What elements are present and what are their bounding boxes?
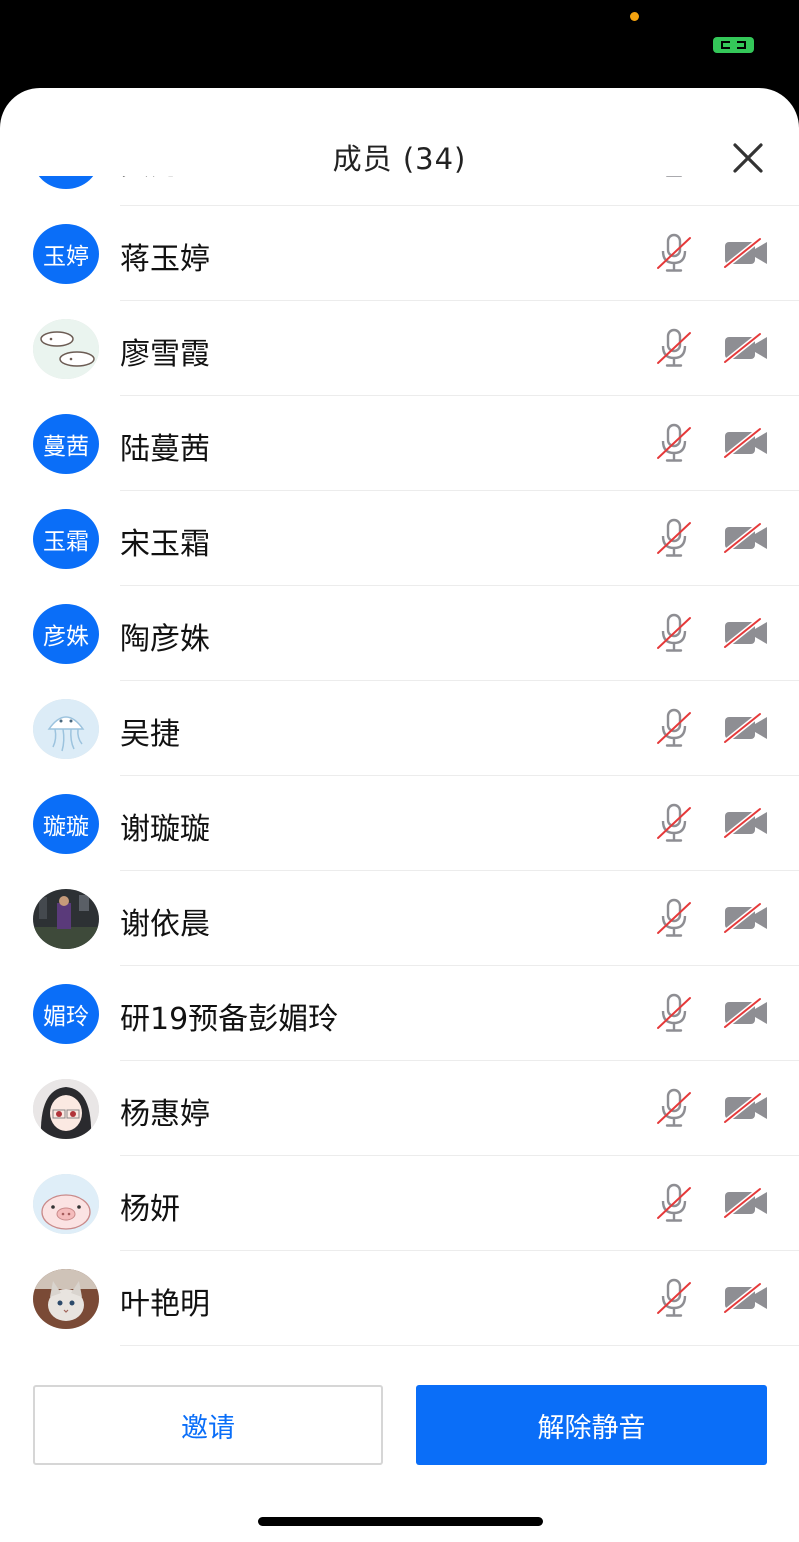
mic-muted-icon[interactable] [655,612,693,654]
member-name: 陶彦姝 [120,622,210,657]
member-name: 黄秀正 [120,176,210,183]
member-row[interactable]: 玉婷 蒋玉婷 [0,206,799,301]
member-row[interactable]: 蔓茜 陆蔓茜 [0,396,799,491]
member-name: 蒋玉婷 [120,242,210,277]
camera-off-icon[interactable] [722,1186,770,1220]
camera-off-icon[interactable] [722,521,770,555]
sheet-header: 成员 (34) [0,88,799,188]
avatar: 彦姝 [33,604,99,664]
camera-off-icon[interactable] [722,331,770,365]
avatar [33,1174,99,1234]
member-row[interactable]: 谢依晨 [0,871,799,966]
camera-off-icon[interactable] [722,426,770,460]
page-title: 成员 (34) [332,142,467,176]
member-row[interactable]: 彦姝 陶彦姝 [0,586,799,681]
camera-off-icon[interactable] [722,901,770,935]
mic-muted-icon[interactable] [655,802,693,844]
avatar [33,889,99,949]
mic-muted-icon[interactable] [655,897,693,939]
unmute-all-button[interactable]: 解除静音 [416,1385,767,1465]
member-name: 宋玉霜 [120,527,210,562]
avatar: 璇璇 [33,794,99,854]
avatar: 玉霜 [33,509,99,569]
avatar [33,699,99,759]
mic-muted-icon[interactable] [655,1277,693,1319]
member-name: 吴捷 [120,717,180,752]
camera-off-icon[interactable] [722,996,770,1030]
camera-off-icon[interactable] [722,236,770,270]
camera-off-icon[interactable] [722,616,770,650]
member-row[interactable]: 杨妍 [0,1156,799,1251]
avatar: 玉婷 [33,224,99,284]
status-bar [0,0,799,90]
camera-off-icon[interactable] [722,1281,770,1315]
member-row[interactable]: 媚玲 研19预备彭媚玲 [0,966,799,1061]
member-name: 谢璇璇 [120,812,210,847]
member-name: 杨惠婷 [120,1097,210,1132]
footer-actions: 邀请 解除静音 [0,1369,799,1542]
mic-muted-icon[interactable] [655,422,693,464]
mic-muted-icon[interactable] [655,992,693,1034]
member-row[interactable]: 廖雪霞 [0,301,799,396]
avatar [33,319,99,379]
members-sheet: 成员 (34) 秀正黄秀正玉婷蒋玉婷廖雪霞蔓茜陆蔓茜玉霜宋玉霜彦姝陶彦姝吴捷璇璇… [0,88,799,1542]
member-row[interactable]: 叶艳明 [0,1251,799,1346]
mic-muted-icon[interactable] [655,176,693,179]
member-row[interactable]: 杨惠婷 [0,1061,799,1156]
member-list[interactable]: 秀正黄秀正玉婷蒋玉婷廖雪霞蔓茜陆蔓茜玉霜宋玉霜彦姝陶彦姝吴捷璇璇谢璇璇谢依晨媚玲… [0,176,799,1369]
avatar [33,1079,99,1139]
member-row[interactable]: 吴捷 [0,681,799,776]
divider [120,1345,799,1346]
member-row[interactable]: 璇璇 谢璇璇 [0,776,799,871]
avatar: 蔓茜 [33,414,99,474]
member-row[interactable]: 秀正 黄秀正 [0,176,799,206]
invite-button[interactable]: 邀请 [33,1385,383,1465]
member-name: 研19预备彭媚玲 [120,1002,339,1037]
camera-in-use-icon [713,37,754,53]
mic-muted-icon[interactable] [655,232,693,274]
mic-muted-icon[interactable] [655,707,693,749]
member-name: 叶艳明 [120,1287,210,1322]
camera-off-icon[interactable] [722,1091,770,1125]
camera-off-icon[interactable] [722,806,770,840]
close-icon[interactable] [730,140,766,176]
home-indicator [258,1517,543,1526]
mic-muted-icon[interactable] [655,1087,693,1129]
avatar: 秀正 [33,176,99,189]
member-name: 廖雪霞 [120,337,210,372]
member-name: 陆蔓茜 [120,432,210,467]
member-name: 谢依晨 [120,907,210,942]
avatar: 媚玲 [33,984,99,1044]
recording-indicator-dot [630,12,639,21]
member-name: 杨妍 [120,1192,180,1227]
mic-muted-icon[interactable] [655,517,693,559]
avatar [33,1269,99,1329]
mic-muted-icon[interactable] [655,327,693,369]
mic-muted-icon[interactable] [655,1182,693,1224]
camera-off-icon[interactable] [722,711,770,745]
member-row[interactable]: 玉霜 宋玉霜 [0,491,799,586]
